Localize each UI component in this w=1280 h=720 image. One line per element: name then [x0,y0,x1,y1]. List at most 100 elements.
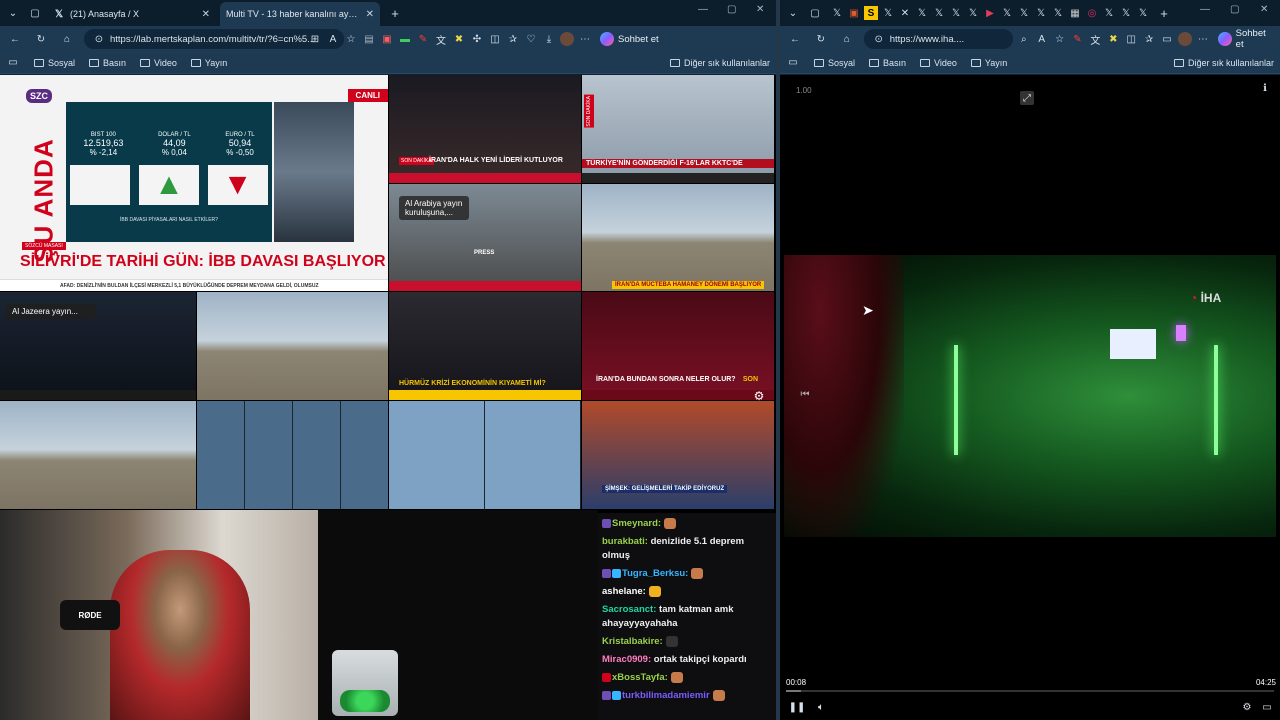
new-tab-button[interactable]: + [1157,6,1171,21]
copilot-chat-button[interactable]: Sohbet et [600,32,659,46]
more-menu-icon[interactable]: ⋯ [1196,32,1210,46]
back-icon[interactable]: ← [8,32,22,46]
x-logo-icon[interactable]: 𝕏 [932,6,946,20]
bookmark-folder-video[interactable]: Video [140,58,177,68]
tv-tile-aljazeera[interactable]: Al Jazeera yayın... [0,292,196,400]
close-tab-icon[interactable]: ✕ [202,9,210,20]
extension-icon-5[interactable]: ✖ [452,32,466,46]
collections-icon[interactable]: ♡ [524,32,538,46]
close-window-button[interactable]: ✕ [1260,4,1268,15]
bookmark-folder-basin[interactable]: Basın [869,58,906,68]
tv-tile-city2[interactable] [0,401,196,509]
refresh-icon[interactable]: ↻ [814,32,828,46]
x-logo-icon[interactable]: 𝕏 [1119,6,1133,20]
read-aloud-icon[interactable]: A [1035,32,1049,46]
translate-icon[interactable]: 文 [1088,32,1102,47]
search-icon[interactable]: ⌕ [1017,32,1031,46]
progress-bar[interactable] [786,690,1274,692]
minimize-button[interactable]: — [1200,4,1210,15]
more-menu-icon[interactable]: ⋯ [578,32,592,46]
x-logo-icon[interactable]: 𝕏 [1102,6,1116,20]
tv-tile-ch2[interactable]: SON DAKİKA İRAN'DA HALK YENİ LİDERİ KUTL… [389,75,581,183]
downloads-icon[interactable]: ⤓ [542,32,556,46]
x-logo-icon[interactable]: 𝕏 [830,6,844,20]
workspaces-icon[interactable]: ▢ [808,6,822,20]
tv-tile-city1[interactable] [197,292,388,400]
favorite-star-icon[interactable]: ☆ [344,32,358,46]
extension-icon-5[interactable]: ✖ [1106,32,1120,46]
x-logo-icon[interactable]: 𝕏 [915,6,929,20]
tab-actions-chevron-icon[interactable]: ⌄ [6,6,20,20]
bookmark-folder-video[interactable]: Video [920,58,957,68]
chat-username[interactable]: ashelane: [602,586,646,597]
x-logo-icon[interactable]: 𝕏 [881,6,895,20]
maximize-button[interactable]: ▢ [1230,4,1239,15]
bookmark-folder-sosyal[interactable]: Sosyal [34,58,75,68]
x-logo-icon[interactable]: 𝕏 [966,6,980,20]
bookmark-folder-sosyal[interactable]: Sosyal [814,58,855,68]
x-logo-icon[interactable]: 𝕏 [949,6,963,20]
chat-username[interactable]: Kristalbakire: [602,636,663,647]
refresh-icon[interactable]: ↻ [34,32,48,46]
tv-tile-ch4[interactable]: Al Arabiya yayın kuruluşuna,... PRESS [389,184,581,291]
back-icon[interactable]: ← [788,32,802,46]
pause-icon[interactable]: ❚❚ [789,700,806,714]
new-tab-button[interactable]: + [388,6,402,21]
split-window-icon[interactable]: ◫ [488,32,502,46]
close-tab-icon[interactable]: ✕ [366,9,374,20]
other-favorites[interactable]: Diğer sık kullanılanlar [1173,58,1274,68]
favorites-icon[interactable]: ✰ [506,32,520,46]
tv-tile-ch8[interactable]: HÜRMÜZ KRİZİ EKONOMİNİN KIYAMETİ Mİ? [389,292,581,400]
tv-tile-multicam1[interactable] [197,401,388,509]
address-bar[interactable]: ⊙ https://lab.mertskaplan.com/multitv/tr… [84,29,344,49]
home-icon[interactable]: ⌂ [60,32,74,46]
favorites-icon[interactable]: ✰ [1142,32,1156,46]
tv-tile-ch10[interactable]: ŞİMŞEK: GELİŞMELERİ TAKİP EDİYORUZ [582,401,774,509]
chat-username[interactable]: turkbilimadamiemir [622,690,710,701]
x-logo-icon[interactable]: 𝕏 [1017,6,1031,20]
chat-username[interactable]: xBossTayfa: [612,672,668,683]
tab-favicon-icon[interactable]: ▣ [847,6,861,20]
extension-icon-2[interactable]: ✎ [1071,32,1085,46]
chat-username[interactable]: Sacrosanct: [602,604,656,615]
extension-icon-3[interactable]: ▬ [398,32,412,46]
extension-icon-4[interactable]: ✎ [416,32,430,46]
close-window-button[interactable]: ✕ [756,4,764,15]
tab-favicon-icon[interactable]: S [864,6,878,20]
settings-gear-icon[interactable]: ⚙ [752,389,766,403]
site-info-icon[interactable]: ⊙ [92,32,106,46]
chat-username[interactable]: burakbati: [602,536,648,547]
workspaces-icon[interactable]: ▢ [28,6,42,20]
x-logo-icon[interactable]: 𝕏 [1000,6,1014,20]
site-info-icon[interactable]: ⊙ [872,32,886,46]
profile-avatar[interactable] [560,32,574,46]
maximize-button[interactable]: ▢ [727,4,736,15]
home-icon[interactable]: ⌂ [840,32,854,46]
bookmarks-menu-icon[interactable]: ▭ [786,56,800,70]
x-logo-icon[interactable]: 𝕏 [1051,6,1065,20]
collections-icon[interactable]: ▭ [1160,32,1174,46]
x-logo-icon[interactable]: 𝕏 [1034,6,1048,20]
other-favorites[interactable]: Diğer sık kullanılanlar [669,58,770,68]
read-aloud-icon[interactable]: A [326,32,340,46]
address-bar[interactable]: ⊙ https://www.iha.... [863,29,1013,49]
minimize-button[interactable]: — [698,4,708,15]
volume-icon[interactable]: 🔈︎ [814,700,828,714]
tv-tile-ch6[interactable]: İRAN'DA MÜCTEBA HAMANEY DÖNEMİ BAŞLIYOR [582,184,774,291]
chat-username[interactable]: Tugra_Berksu: [622,568,688,579]
extension-icon-2[interactable]: ▣ [380,32,394,46]
favorite-star-icon[interactable]: ☆ [1053,32,1067,46]
settings-icon[interactable]: ⚙ [1240,700,1254,714]
tv-tile-multicam2[interactable] [389,401,581,509]
tv-tile-ch3[interactable]: SON DAKİKA TÜRKİYE'NİN GÖNDERDİĞİ F-16'L… [582,75,774,183]
bookmark-folder-yayin[interactable]: Yayın [190,58,227,68]
tv-tile-szc[interactable]: SZC ŞU ANDA CANLI BIST 100 12.519,63 % -… [0,75,388,291]
tab-favicon-icon[interactable]: ▦ [1068,6,1082,20]
split-window-icon[interactable]: ◫ [1124,32,1138,46]
bookmark-folder-yayin[interactable]: Yayın [970,58,1007,68]
info-icon[interactable]: ℹ [1258,81,1272,95]
tab-favicon-icon[interactable]: ▶ [983,6,997,20]
video-player[interactable]: 1.00 ⤢ ℹ ◔ İHA ⏮ 00:08 04:25 ❚❚ 🔈︎ ⚙ ▭ [780,75,1280,720]
tab-multitv[interactable]: Multi TV - 13 haber kanalını aynı anda i… [220,2,380,26]
bookmarks-menu-icon[interactable]: ▭ [6,56,20,70]
